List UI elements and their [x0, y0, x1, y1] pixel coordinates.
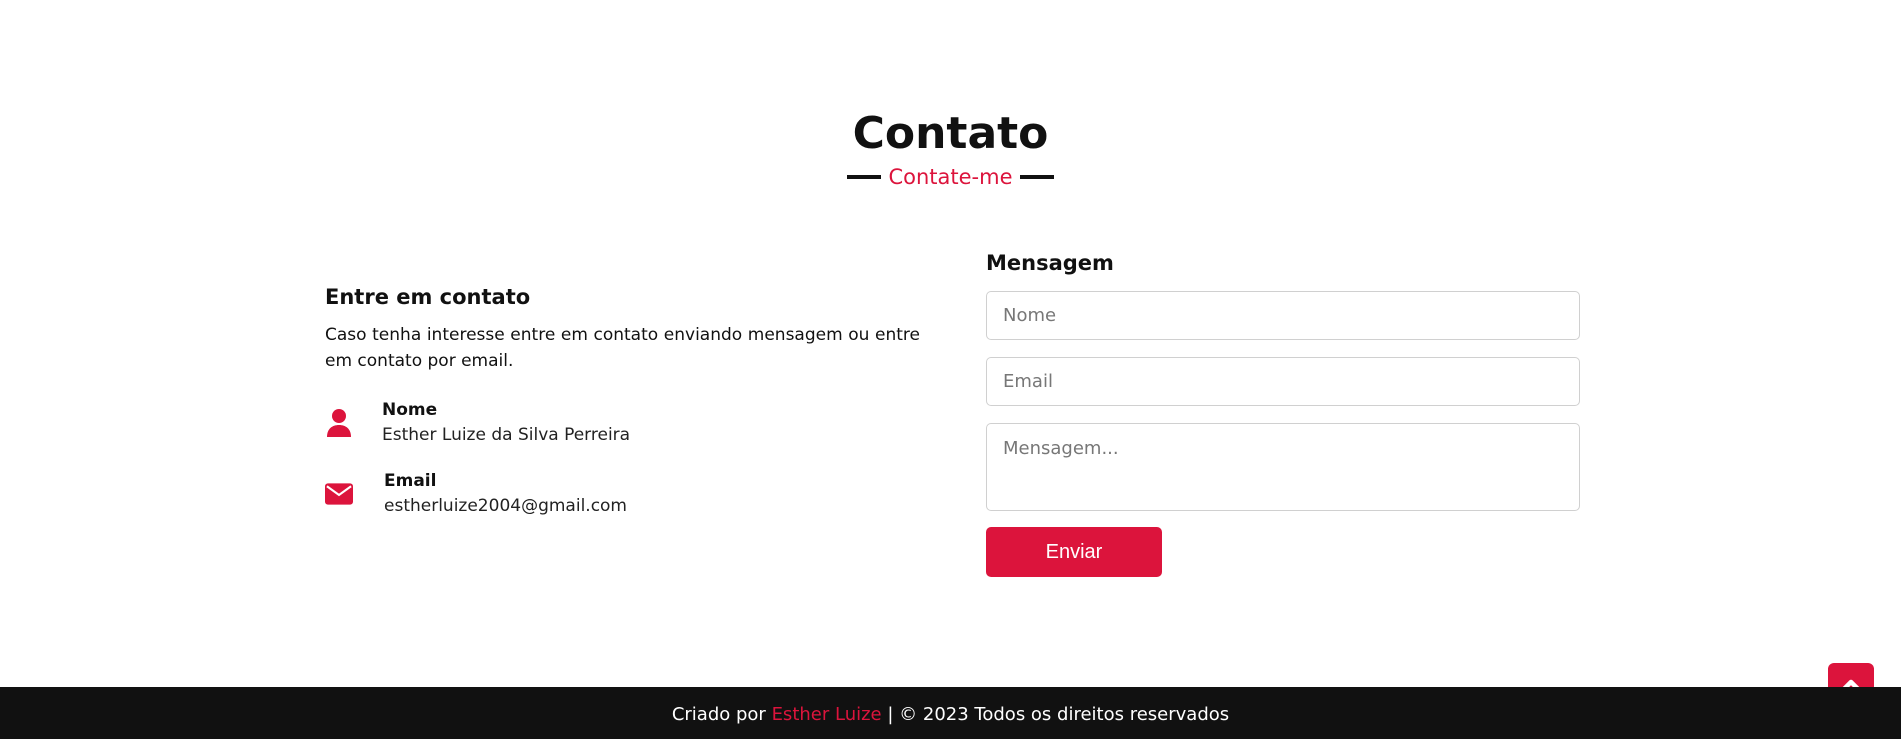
email-input[interactable] [986, 357, 1580, 406]
info-row-name: Nome Esther Luize da Silva Perreira [325, 398, 630, 448]
message-textarea[interactable] [986, 423, 1580, 511]
info-value-email: estherluize2004@gmail.com [384, 496, 627, 516]
contact-page: Contato Contate-me Entre em contato Caso… [0, 0, 1901, 739]
info-text-email: Email estherluize2004@gmail.com [384, 469, 627, 519]
footer-prefix: Criado por [671, 704, 766, 725]
footer-separator: | [887, 704, 894, 725]
copyright-icon: © [899, 704, 918, 725]
message-form: Mensagem Enviar [986, 248, 1580, 577]
subtitle-line-right [1019, 175, 1054, 179]
user-icon [325, 409, 353, 437]
info-label-email: Email [384, 471, 437, 491]
subtitle-text: Contate-me [888, 165, 1013, 189]
info-value-name: Esther Luize da Silva Perreira [382, 425, 631, 445]
info-row-email: Email estherluize2004@gmail.com [325, 469, 627, 519]
contact-info-description: Caso tenha interesse entre em contato en… [325, 325, 920, 371]
section-subtitle: Contate-me [847, 164, 1054, 190]
envelope-icon [325, 480, 353, 508]
name-input[interactable] [986, 291, 1580, 340]
info-label-name: Nome [382, 400, 438, 420]
contact-info-title: Entre em contato [325, 285, 531, 309]
footer-author-link[interactable]: Esther Luize [772, 704, 882, 725]
subtitle-line-left [847, 175, 882, 179]
form-title: Mensagem [986, 251, 1114, 275]
section-header: Contato Contate-me [0, 108, 1901, 190]
section-title: Contato [852, 108, 1049, 159]
footer-copyright-text: 2023 Todos os direitos reservados [922, 704, 1230, 725]
info-text-name: Nome Esther Luize da Silva Perreira [382, 398, 630, 448]
footer: Criado por Esther Luize | © 2023 Todos o… [0, 687, 1901, 739]
contact-info: Entre em contato Caso tenha interesse en… [325, 282, 920, 516]
send-button[interactable]: Enviar [986, 527, 1162, 577]
